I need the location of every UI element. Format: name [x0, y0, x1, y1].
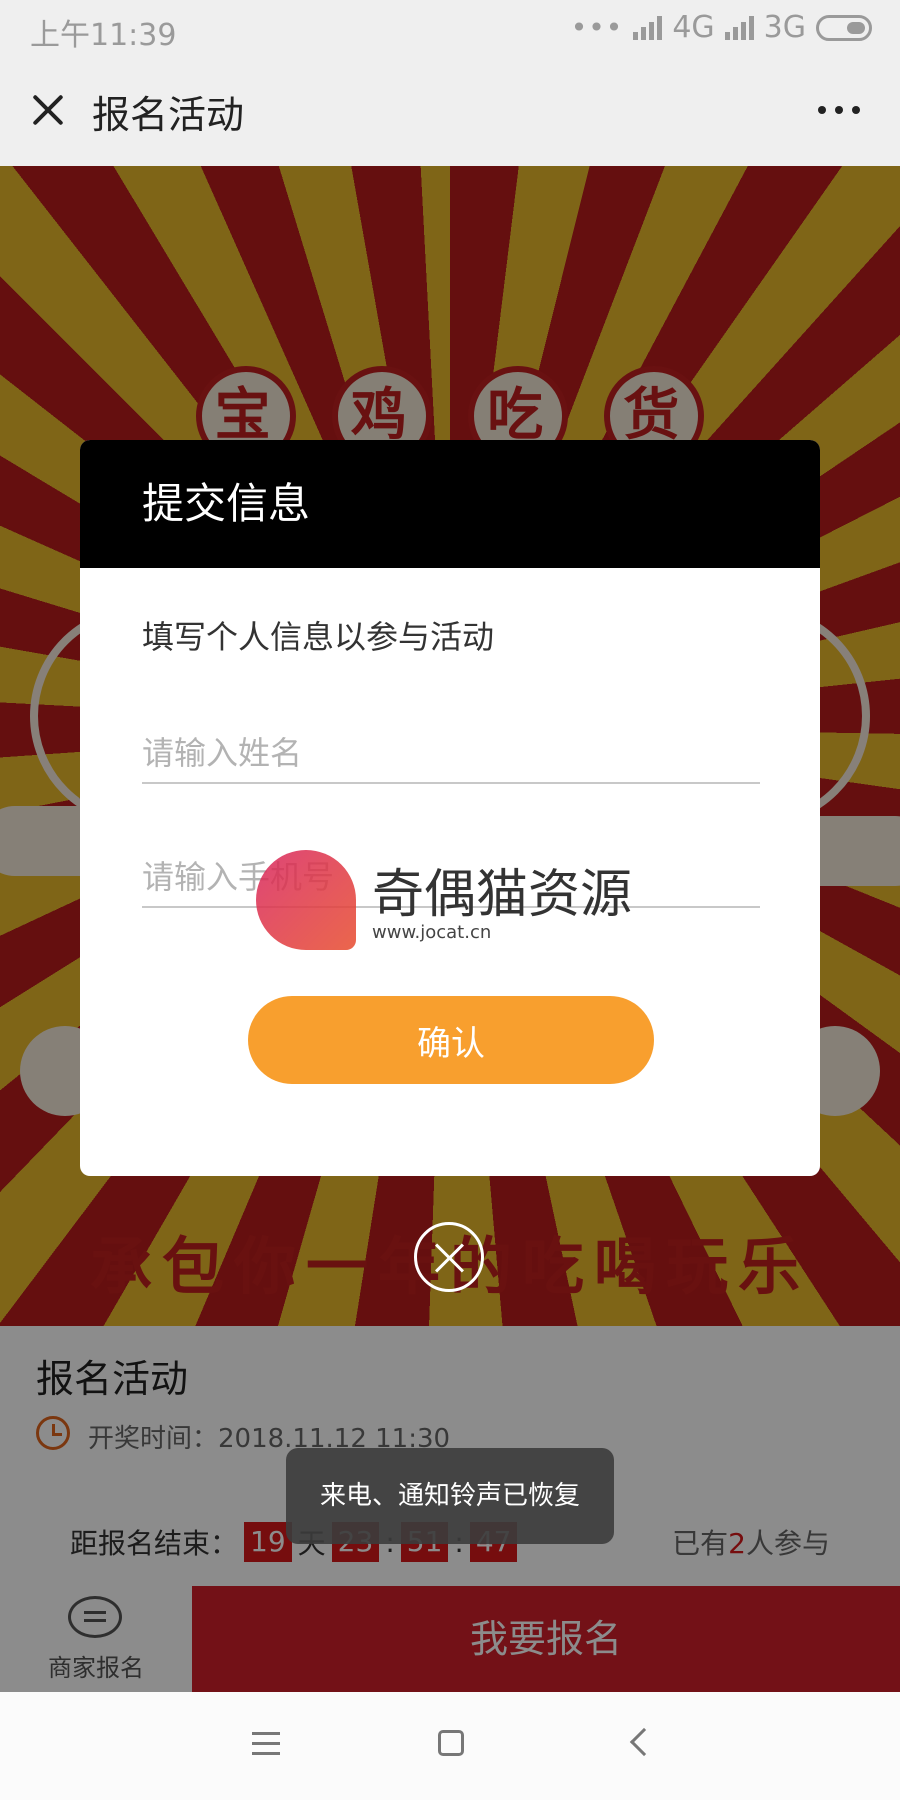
home-icon[interactable]: [438, 1730, 464, 1756]
menu-icon[interactable]: [252, 1732, 280, 1762]
status-time: 上午11:39: [30, 18, 177, 53]
name-input[interactable]: [142, 724, 760, 784]
watermark: 奇偶猫资源 www.jocat.cn: [256, 850, 696, 960]
more-status-icon: •••: [570, 11, 624, 44]
dialog-title: 提交信息: [80, 440, 820, 568]
dialog-description: 填写个人信息以参与活动: [142, 618, 495, 656]
close-icon[interactable]: [26, 88, 70, 132]
status-bar: 上午11:39 ••• 4G 3G: [0, 0, 900, 58]
page-title: 报名活动: [92, 93, 245, 137]
system-nav-bar: [0, 1692, 900, 1800]
submit-info-dialog: 提交信息 填写个人信息以参与活动 确认: [80, 440, 820, 1176]
watermark-brand: 奇偶猫资源: [372, 865, 633, 925]
title-bar: 报名活动: [0, 58, 900, 166]
more-options-icon[interactable]: [818, 106, 860, 114]
signal-icon: [633, 15, 663, 40]
network-type-1: 4G: [672, 10, 715, 45]
network-type-2: 3G: [763, 10, 806, 45]
dialog-close-icon[interactable]: [414, 1222, 484, 1292]
battery-icon: [816, 14, 872, 41]
confirm-button[interactable]: 确认: [248, 996, 654, 1084]
status-indicators: ••• 4G 3G: [571, 10, 872, 45]
toast-message: 来电、通知铃声已恢复: [286, 1448, 614, 1544]
watermark-site: www.jocat.cn: [372, 922, 492, 943]
signal-icon-2: [724, 15, 754, 40]
watermark-logo-icon: [256, 850, 356, 950]
back-icon[interactable]: [629, 1727, 659, 1757]
